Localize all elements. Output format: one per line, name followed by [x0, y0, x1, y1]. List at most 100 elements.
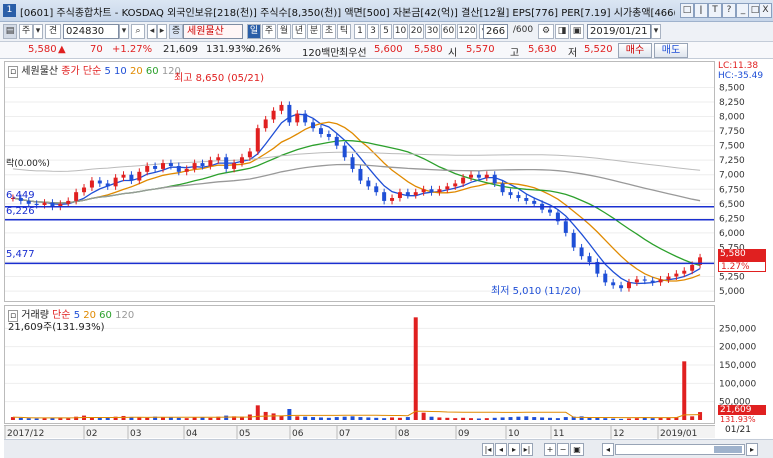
low-price: 5,520	[584, 44, 613, 55]
candle-body	[255, 128, 260, 152]
x-axis-svg: 2017/12 02 03 04 05 06 07 08 09 10 11 12 2019/01	[4, 426, 697, 439]
calendar-dropdown-icon[interactable]: ▾	[651, 24, 661, 39]
candle-body	[208, 160, 213, 166]
candle-body	[658, 279, 663, 283]
date-input[interactable]: 2019/01/21	[587, 24, 651, 39]
chart-toolbar: ▤ 주 ▾ 견 024830 ▾ ⌕ ◂ ▸ 증 세원물산 일 주 월 년 분 …	[0, 22, 773, 42]
chart-scrollbar[interactable]: |◂ ◂ ▸ ▸| + − ▣ ◂ ▸	[4, 439, 773, 458]
mode2-button[interactable]: 견	[45, 24, 61, 39]
legend-ma60: 60	[145, 66, 159, 77]
volume-bar	[524, 416, 529, 420]
volume-bar	[469, 418, 474, 420]
interval-120-button[interactable]: 120	[457, 24, 477, 39]
bid-price: 5,580	[414, 44, 443, 55]
interval-30-button[interactable]: 30	[425, 24, 440, 39]
settings-icon[interactable]: ⚙	[538, 24, 554, 39]
scroll-first-icon[interactable]: |◂	[482, 443, 494, 456]
volume-bar	[563, 417, 568, 420]
legend-ma5: 5	[104, 66, 111, 77]
interval-60-button[interactable]: 60	[441, 24, 456, 39]
period-week-button[interactable]: 주	[262, 24, 276, 39]
mode-dropdown-icon[interactable]: ▾	[33, 24, 43, 39]
zoom-fit-icon[interactable]: ▣	[570, 443, 584, 456]
period-day-button[interactable]: 일	[247, 24, 261, 39]
interval-10-button[interactable]: 10	[393, 24, 408, 39]
scroll-last-icon[interactable]: ▸|	[521, 443, 533, 456]
candle-body	[626, 282, 631, 289]
interval-3-button[interactable]: 3	[367, 24, 379, 39]
volume-bar	[445, 417, 450, 420]
price-tick-label: 6,750	[719, 185, 745, 195]
period-second-button[interactable]: 초	[322, 24, 336, 39]
window-pin-button[interactable]: □	[680, 3, 694, 18]
grid-icon[interactable]: ▤	[3, 24, 17, 39]
stock-code-input[interactable]: 024830	[63, 24, 119, 39]
code-dropdown-icon[interactable]: ▾	[119, 24, 129, 39]
volume-chart-pane[interactable]	[4, 305, 715, 424]
volume-chart-svg[interactable]	[5, 306, 714, 423]
volume-bar	[642, 417, 647, 420]
zoom-in-icon[interactable]: +	[544, 443, 556, 456]
window-font-button[interactable]: T	[708, 3, 722, 18]
period-year-button[interactable]: 년	[292, 24, 306, 39]
search-icon[interactable]: ⌕	[131, 24, 145, 39]
buy-button[interactable]: 매수	[618, 43, 652, 58]
price-chart-pane[interactable]	[4, 61, 715, 302]
mode-toggle[interactable]: 주	[19, 24, 33, 39]
current-pct-box: 1.27%	[718, 261, 766, 272]
candle-body	[303, 113, 308, 123]
save-icon[interactable]: ▣	[570, 24, 584, 39]
interval-1-button[interactable]: 1	[354, 24, 366, 39]
candle-body	[318, 128, 323, 134]
next-stock-icon[interactable]: ▸	[157, 24, 167, 39]
scroll-left-icon[interactable]: ◂	[602, 443, 614, 456]
candle-body	[326, 134, 331, 137]
window-help-button[interactable]: ?	[722, 3, 736, 18]
window-close-button[interactable]: X	[759, 3, 772, 18]
volume-bar	[453, 418, 458, 420]
candle-body	[453, 183, 458, 187]
bookmark-icon[interactable]: ◨	[555, 24, 569, 39]
volume-tick-label: 150,000	[719, 361, 756, 371]
candle-body	[137, 171, 142, 181]
scroll-right-icon[interactable]: ▸	[746, 443, 758, 456]
interval-20-button[interactable]: 20	[409, 24, 424, 39]
candle-body	[271, 110, 276, 120]
price-tick-label: 8,500	[719, 83, 745, 93]
volume-bar	[500, 417, 505, 420]
price-tick-label: 7,750	[719, 127, 745, 137]
volume-bar	[366, 417, 371, 420]
scroll-track[interactable]	[615, 444, 745, 455]
candle-body	[405, 192, 410, 196]
window-link-button[interactable]: ǀ	[694, 3, 708, 18]
prev-stock-icon[interactable]: ◂	[147, 24, 157, 39]
price-change-pct: +1.27%	[112, 44, 153, 55]
volume-bar	[271, 413, 276, 420]
period-tick-button[interactable]: 틱	[337, 24, 351, 39]
price-chart-svg[interactable]	[5, 62, 714, 301]
period-minute-button[interactable]: 분	[307, 24, 321, 39]
legend-toggle-icon[interactable]: ▫	[8, 66, 19, 78]
scroll-thumb[interactable]	[714, 446, 742, 453]
count-input[interactable]: 266	[483, 24, 508, 39]
right-axis-svg: 8,500 8,250 8,000 7,750 7,500 7,250 7,000 6,750…	[719, 83, 756, 407]
zoom-out-icon[interactable]: −	[557, 443, 569, 456]
candle-body	[279, 104, 284, 111]
open-label: 시	[448, 48, 458, 59]
x-tick-label: 04	[186, 429, 198, 439]
stock-name-field[interactable]: 세원물산	[183, 24, 243, 39]
candle-body	[74, 192, 79, 201]
candle-body	[89, 180, 94, 188]
sell-button[interactable]: 매도	[654, 43, 688, 58]
candle-body	[587, 256, 592, 262]
interval-5-button[interactable]: 5	[380, 24, 392, 39]
hc-label: HC:-35.49	[718, 71, 764, 81]
candle-body	[184, 168, 189, 172]
trade-amount: 120백만	[302, 48, 340, 59]
period-month-button[interactable]: 월	[277, 24, 291, 39]
high-label: 고	[510, 48, 520, 59]
price-tick-label: 6,250	[719, 214, 745, 224]
scroll-next-icon[interactable]: ▸	[508, 443, 520, 456]
candle-body	[579, 247, 584, 257]
scroll-prev-icon[interactable]: ◂	[495, 443, 507, 456]
